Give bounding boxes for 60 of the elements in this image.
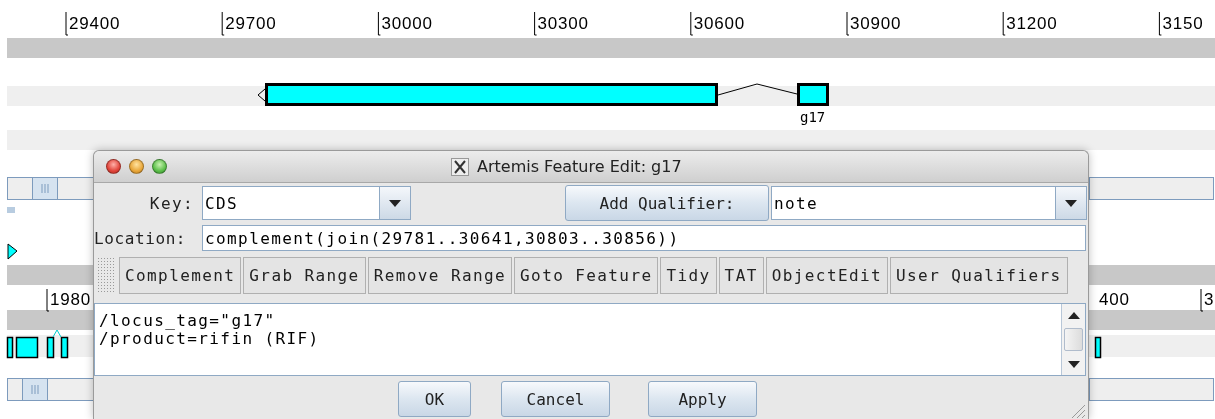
ruler-tick — [1002, 11, 1006, 36]
apply-button[interactable]: Apply — [648, 381, 757, 417]
ruler-label: 30300 — [537, 14, 589, 34]
ruler-tick — [221, 11, 225, 36]
toolbar-button[interactable]: Complement — [119, 256, 242, 294]
zoom-button[interactable] — [152, 159, 167, 174]
toolbar-button[interactable]: Goto Feature — [514, 256, 659, 294]
qualifier-text-area[interactable]: /locus_tag="g17" /product=rifin (RIF) — [94, 303, 1086, 376]
down-arrow-icon — [1067, 360, 1080, 368]
strand-arrow — [7, 243, 18, 260]
ruler-tick — [1200, 288, 1204, 312]
qualifier-line: /locus_tag="g17" — [99, 312, 277, 330]
cancel-button[interactable]: Cancel — [501, 381, 610, 417]
toolbar-button[interactable]: Remove Range — [367, 256, 513, 294]
location-field[interactable]: complement(join(29781..30641,30803..30856)) — [202, 225, 1086, 251]
x-window-icon — [451, 157, 469, 176]
ruler-tick — [534, 11, 538, 36]
ruler-label: 1980 — [50, 290, 92, 310]
caret-icon — [1065, 199, 1077, 207]
exon-block — [1094, 336, 1102, 359]
minimize-button[interactable] — [129, 159, 144, 174]
ruler-tick — [46, 288, 50, 312]
toolbar-button[interactable]: Grab Range — [243, 256, 366, 294]
window-title: Artemis Feature Edit: g17 — [477, 157, 682, 176]
ruler-label: 29400 — [69, 14, 121, 34]
ruler-label: 30600 — [693, 14, 746, 34]
scroll-marker — [7, 207, 15, 213]
qualifier-line: /product=rifin (RIF) — [99, 330, 321, 348]
field-label: Key: — [148, 193, 195, 213]
ruler-tick — [377, 11, 381, 36]
toolbar-button[interactable]: ObjectEdit — [765, 256, 889, 294]
ruler-label: 29700 — [225, 14, 277, 34]
caret-icon — [389, 199, 401, 207]
ruler-tick — [65, 11, 69, 36]
field-label: Location: — [94, 228, 188, 248]
close-button[interactable] — [106, 159, 121, 174]
qualifier-dropdown[interactable]: note — [771, 186, 1087, 220]
ruler-tick — [690, 11, 694, 36]
toolbar-button[interactable]: TAT — [718, 256, 764, 294]
ruler-label: 31200 — [1006, 14, 1058, 34]
ruler-label: 400 — [1099, 290, 1130, 310]
add-qualifier-button[interactable]: Add Qualifier: — [565, 185, 769, 221]
feature-label: g17 — [800, 108, 826, 126]
toolbar-button[interactable]: Tidy — [660, 256, 717, 294]
feature-drawing — [6, 329, 69, 359]
ruler-label: 3150 — [1162, 14, 1204, 34]
scroll-thumb[interactable] — [1064, 328, 1083, 351]
toolbar-button[interactable]: User Qualifiers — [890, 256, 1068, 294]
dropdown-button[interactable] — [1055, 187, 1086, 219]
key-dropdown[interactable]: CDS — [202, 186, 411, 220]
scrollbar[interactable] — [1061, 304, 1085, 375]
exon-block — [797, 83, 829, 106]
ruler-label: 30900 — [850, 14, 902, 34]
dropdown-button[interactable] — [379, 187, 410, 219]
ruler-label: 30000 — [381, 14, 433, 34]
ok-button[interactable]: OK — [398, 381, 471, 417]
up-arrow-icon — [1067, 311, 1080, 319]
ruler-tick — [846, 11, 850, 36]
ruler-tick — [1158, 11, 1162, 36]
ruler-label: 3 — [1204, 290, 1215, 310]
